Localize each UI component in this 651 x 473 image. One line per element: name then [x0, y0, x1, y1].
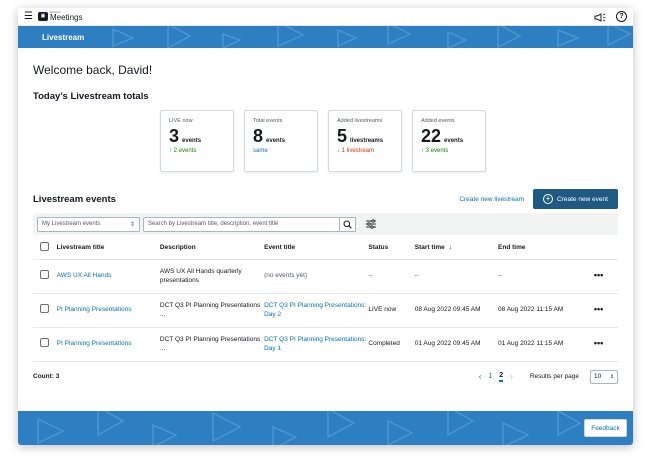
pagination: ‹ 1 2 › Results per page 10 ⇕: [479, 369, 618, 384]
top-navigation: ☰ ▣ amazon Meetings ?: [18, 8, 633, 26]
row-status: --: [368, 259, 415, 294]
plus-circle-icon: +: [543, 194, 554, 204]
totals-cards: LIVE now 3 events ↑ 2 events Total events…: [160, 110, 618, 172]
row-checkbox[interactable]: [40, 303, 49, 313]
col-event-title[interactable]: Event title: [264, 237, 369, 260]
table-row: AWS UX All Hands AWS UX All Hands quarte…: [33, 259, 618, 294]
rows-per-page-select[interactable]: 10 ⇕: [590, 369, 618, 384]
feedback-button[interactable]: Feedback: [584, 419, 627, 437]
arrow-up-icon: ↑: [421, 148, 424, 154]
event-title-link[interactable]: DCT Q3 PI Planning Presentations: Day 1: [264, 327, 369, 362]
row-start-time: 01 Aug 2022 09:45 AM: [414, 327, 499, 362]
chevron-right-icon[interactable]: ›: [510, 372, 513, 381]
card-total-events: Total events 8 events same: [244, 110, 318, 172]
col-title[interactable]: Livestream title: [56, 237, 160, 260]
page-2[interactable]: 2: [499, 372, 504, 382]
page-banner: Livestream: [18, 26, 633, 48]
table-row: PI Planning Presentations DCT Q3 PI Plan…: [33, 327, 618, 362]
row-description: DCT Q3 PI Planning Presentations ...: [159, 327, 265, 362]
chevron-updown-icon: ⇕: [129, 221, 135, 228]
more-actions-icon[interactable]: •••: [594, 304, 603, 314]
row-status: LIVE now: [368, 293, 415, 328]
banner-title: Livestream: [42, 32, 85, 42]
select-all-checkbox[interactable]: [40, 242, 49, 252]
col-status[interactable]: Status: [368, 237, 415, 260]
table-header-row: Livestream title Description Event title…: [33, 237, 618, 260]
card-added-livestreams: Added livestreams 5 livestreams ↓ 1 lives…: [328, 110, 402, 172]
banner-pattern: [112, 26, 632, 48]
logo-mark-icon: ▣: [38, 12, 48, 21]
events-heading: Livestream events: [33, 193, 116, 205]
event-title-link[interactable]: DCT Q3 PI Planning Presentations: Day 2: [264, 293, 369, 328]
events-table: Livestream title Description Event title…: [33, 237, 618, 362]
arrow-down-icon: ↓: [337, 148, 340, 154]
row-event-title: (no events yet): [264, 259, 369, 294]
livestream-title-link[interactable]: PI Planning Presentations: [56, 293, 160, 328]
row-status: Completed: [368, 327, 415, 362]
filter-bar: My Livestream events ⇕ Search by Livestr…: [33, 213, 618, 235]
more-actions-icon[interactable]: •••: [594, 270, 603, 280]
row-count: Count: 3: [33, 373, 60, 380]
welcome-heading: Welcome back, David!: [33, 63, 153, 77]
hamburger-menu-icon[interactable]: ☰: [24, 11, 38, 22]
chevron-updown-icon: ⇕: [609, 373, 614, 380]
row-start-time: 08 Aug 2022 09:45 AM: [414, 293, 499, 328]
footer-pattern: [37, 411, 582, 445]
livestream-title-link[interactable]: AWS UX All Hands: [56, 259, 160, 294]
search-input[interactable]: Search by Livestream title, description,…: [143, 216, 340, 232]
row-description: AWS UX All Hands quarterly presentations: [159, 259, 265, 294]
create-event-button[interactable]: + Create new event: [533, 189, 618, 209]
row-end-time: 01 Aug 2022 11:15 AM: [498, 327, 580, 362]
sort-arrow-down-icon: ↓: [448, 244, 452, 252]
settings-sliders-icon[interactable]: [365, 219, 377, 229]
main-content: Welcome back, David! Today’s Livestream …: [18, 63, 633, 384]
help-icon[interactable]: ?: [616, 11, 627, 22]
table-row: PI Planning Presentations DCT Q3 PI Plan…: [33, 293, 618, 328]
app-window: ☰ ▣ amazon Meetings ? Livestream Welcome…: [18, 8, 633, 445]
footer-banner: Feedback: [18, 411, 633, 445]
megaphone-icon[interactable]: [594, 12, 606, 22]
card-added-events: Added events 22 events ↑ 3 events: [412, 110, 486, 172]
livestream-title-link[interactable]: PI Planning Presentations: [56, 327, 160, 362]
col-end-time[interactable]: End time: [498, 237, 580, 260]
row-description: DCT Q3 PI Planning Presentations ...: [159, 293, 265, 328]
row-end-time: 08 Aug 2022 11:15 AM: [498, 293, 580, 328]
totals-heading: Today’s Livestream totals: [33, 91, 149, 102]
search-button[interactable]: [340, 216, 356, 232]
page-1[interactable]: 1: [488, 373, 492, 380]
card-live-now: LIVE now 3 events ↑ 2 events: [160, 110, 234, 172]
col-start-time[interactable]: Start time ↓: [414, 237, 499, 260]
logo-name: Meetings: [50, 13, 83, 22]
more-actions-icon[interactable]: •••: [594, 338, 603, 348]
rows-per-page-label: Results per page: [529, 373, 579, 380]
app-logo[interactable]: ▣ amazon Meetings: [38, 11, 82, 22]
arrow-up-icon: ↑: [169, 148, 172, 154]
create-livestream-link[interactable]: Create new livestream: [459, 196, 524, 203]
chevron-left-icon[interactable]: ‹: [479, 372, 482, 381]
livestream-filter-select[interactable]: My Livestream events ⇕: [37, 216, 140, 232]
search-icon: [343, 220, 352, 229]
row-checkbox[interactable]: [40, 269, 49, 279]
row-end-time: --: [498, 259, 580, 294]
row-checkbox[interactable]: [40, 337, 49, 347]
row-start-time: --: [414, 259, 499, 294]
col-description[interactable]: Description: [159, 237, 265, 260]
